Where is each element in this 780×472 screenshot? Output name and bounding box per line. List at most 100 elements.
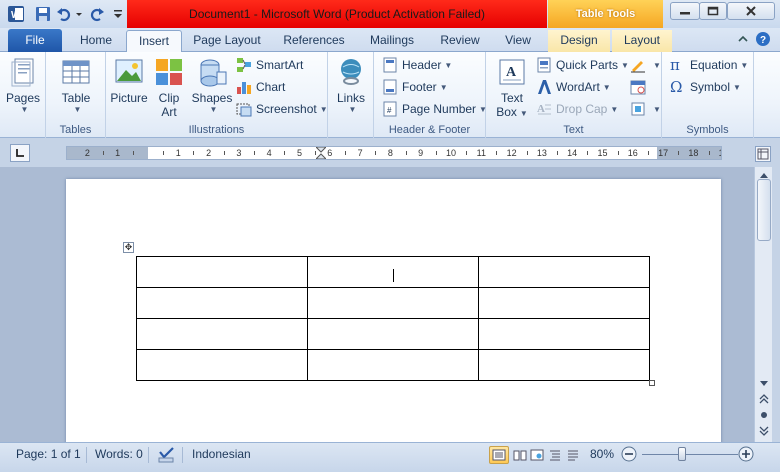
zoom-level[interactable]: 80%	[590, 443, 614, 472]
table-cell[interactable]	[136, 287, 308, 319]
chart-label: Chart	[256, 80, 286, 94]
undo-dropdown-icon[interactable]	[74, 5, 84, 23]
table-move-handle-icon[interactable]: ✥	[123, 242, 134, 253]
draft-view-icon[interactable]	[563, 446, 583, 464]
save-icon[interactable]	[34, 5, 52, 23]
table-cell[interactable]	[478, 349, 650, 381]
date-time-button[interactable]	[630, 77, 650, 97]
document-page[interactable]: ✥	[66, 179, 721, 442]
tab-insert[interactable]: Insert	[126, 30, 182, 54]
tab-selector[interactable]	[10, 144, 30, 162]
ruler-number: 17	[658, 148, 669, 158]
tab-table-design[interactable]: Design	[548, 30, 610, 52]
chart-icon	[236, 79, 252, 95]
zoom-slider-thumb[interactable]	[678, 447, 687, 461]
vertical-scrollbar[interactable]	[754, 167, 772, 442]
indent-marker-icon[interactable]	[314, 147, 327, 159]
signature-line-button[interactable]: ▼	[630, 55, 661, 75]
wordart-dropdown-icon: ▼	[602, 82, 611, 92]
previous-page-icon[interactable]	[756, 391, 772, 407]
table-button[interactable]: Table ▼	[58, 56, 94, 114]
table-cell[interactable]	[136, 349, 308, 381]
footer-button[interactable]: Footer ▼	[382, 77, 448, 97]
equation-button[interactable]: π Equation ▼	[670, 55, 748, 75]
shapes-icon	[196, 56, 228, 88]
word-app-icon[interactable]: W	[6, 5, 26, 23]
chart-button[interactable]: Chart	[236, 77, 285, 97]
select-browse-object-icon[interactable]	[756, 407, 772, 423]
ruler-tick	[284, 151, 286, 155]
omega-icon: Ω	[670, 78, 683, 96]
web-layout-view-icon[interactable]	[527, 446, 547, 464]
page-count-status[interactable]: Page: 1 of 1	[16, 443, 81, 472]
wordart-label: WordArt	[556, 80, 600, 94]
scroll-down-icon[interactable]	[756, 376, 772, 392]
group-label-symbols: Symbols	[686, 124, 729, 136]
customize-qat-icon[interactable]	[112, 5, 124, 23]
help-icon[interactable]: ?	[755, 31, 771, 47]
links-button[interactable]: Links ▼	[334, 56, 368, 114]
minimize-ribbon-icon[interactable]	[736, 32, 750, 46]
view-ruler-toggle[interactable]	[755, 146, 771, 162]
table-cell[interactable]	[307, 287, 479, 319]
screenshot-button[interactable]: Screenshot ▼	[236, 99, 328, 119]
drop-cap-label: Drop Cap	[556, 102, 608, 116]
table-cell[interactable]	[307, 349, 479, 381]
table-cell[interactable]	[307, 318, 479, 350]
wordart-button[interactable]: WordArt ▼	[536, 77, 611, 97]
next-page-icon[interactable]	[756, 423, 772, 439]
tab-home[interactable]: Home	[68, 30, 124, 52]
symbol-button[interactable]: Ω Symbol ▼	[670, 77, 741, 97]
tab-mailings[interactable]: Mailings	[360, 30, 424, 52]
zoom-slider-track[interactable]	[642, 454, 738, 455]
tab-file[interactable]: File	[8, 29, 62, 52]
zoom-in-icon[interactable]	[738, 446, 754, 462]
drop-cap-button[interactable]: A Drop Cap ▼	[536, 99, 618, 119]
table-cell[interactable]	[136, 318, 308, 350]
table-label: Table	[61, 91, 91, 105]
group-label-text: Text	[563, 124, 584, 136]
tab-page-layout[interactable]: Page Layout	[186, 30, 268, 52]
word-count-status[interactable]: Words: 0	[95, 443, 143, 472]
quick-parts-button[interactable]: Quick Parts ▼	[536, 55, 629, 75]
table-cell[interactable]	[136, 256, 308, 288]
object-button[interactable]: ▼	[630, 99, 661, 119]
table-cell[interactable]	[478, 287, 650, 319]
table-resize-handle[interactable]	[649, 380, 655, 386]
minimize-button[interactable]	[670, 2, 700, 20]
clip-art-button[interactable]: Clip Art	[152, 56, 186, 119]
text-box-button[interactable]: A Text Box ▼	[492, 56, 532, 119]
outline-view-icon[interactable]	[545, 446, 565, 464]
tab-view[interactable]: View	[494, 30, 542, 52]
tab-table-layout[interactable]: Layout	[612, 30, 672, 52]
table-cell[interactable]	[478, 318, 650, 350]
page-number-button[interactable]: # Page Number ▼	[382, 99, 487, 119]
equation-dropdown-icon: ▼	[740, 60, 749, 70]
maximize-button[interactable]	[699, 2, 727, 20]
text-box-label-1: Text	[500, 91, 523, 105]
scrollbar-thumb[interactable]	[757, 179, 771, 241]
smartart-label: SmartArt	[256, 58, 304, 72]
table-dropdown-icon: ▼	[73, 105, 82, 114]
smartart-button[interactable]: SmartArt	[236, 55, 303, 75]
proofing-icon[interactable]	[157, 446, 177, 464]
ruler-number: 12	[506, 148, 517, 158]
footer-dropdown-icon: ▼	[439, 82, 448, 92]
close-button[interactable]	[727, 2, 775, 20]
pages-button[interactable]: Pages ▼	[6, 56, 40, 114]
tab-references[interactable]: References	[274, 30, 354, 52]
picture-button[interactable]: Picture	[108, 56, 150, 105]
table-row	[136, 318, 650, 350]
print-layout-view-icon[interactable]	[489, 446, 509, 464]
table-cell[interactable]	[478, 256, 650, 288]
group-pages: Pages ▼	[0, 52, 46, 138]
header-button[interactable]: Header ▼	[382, 55, 452, 75]
signature-line-icon	[630, 57, 646, 73]
horizontal-ruler[interactable]: 2112345678910111213141516171819	[66, 146, 722, 160]
repeat-icon[interactable]	[89, 5, 105, 23]
undo-icon[interactable]	[56, 5, 72, 23]
language-status[interactable]: Indonesian	[192, 443, 251, 472]
shapes-button[interactable]: Shapes ▼	[190, 56, 234, 114]
tab-review[interactable]: Review	[430, 30, 490, 52]
zoom-out-icon[interactable]	[621, 446, 637, 462]
